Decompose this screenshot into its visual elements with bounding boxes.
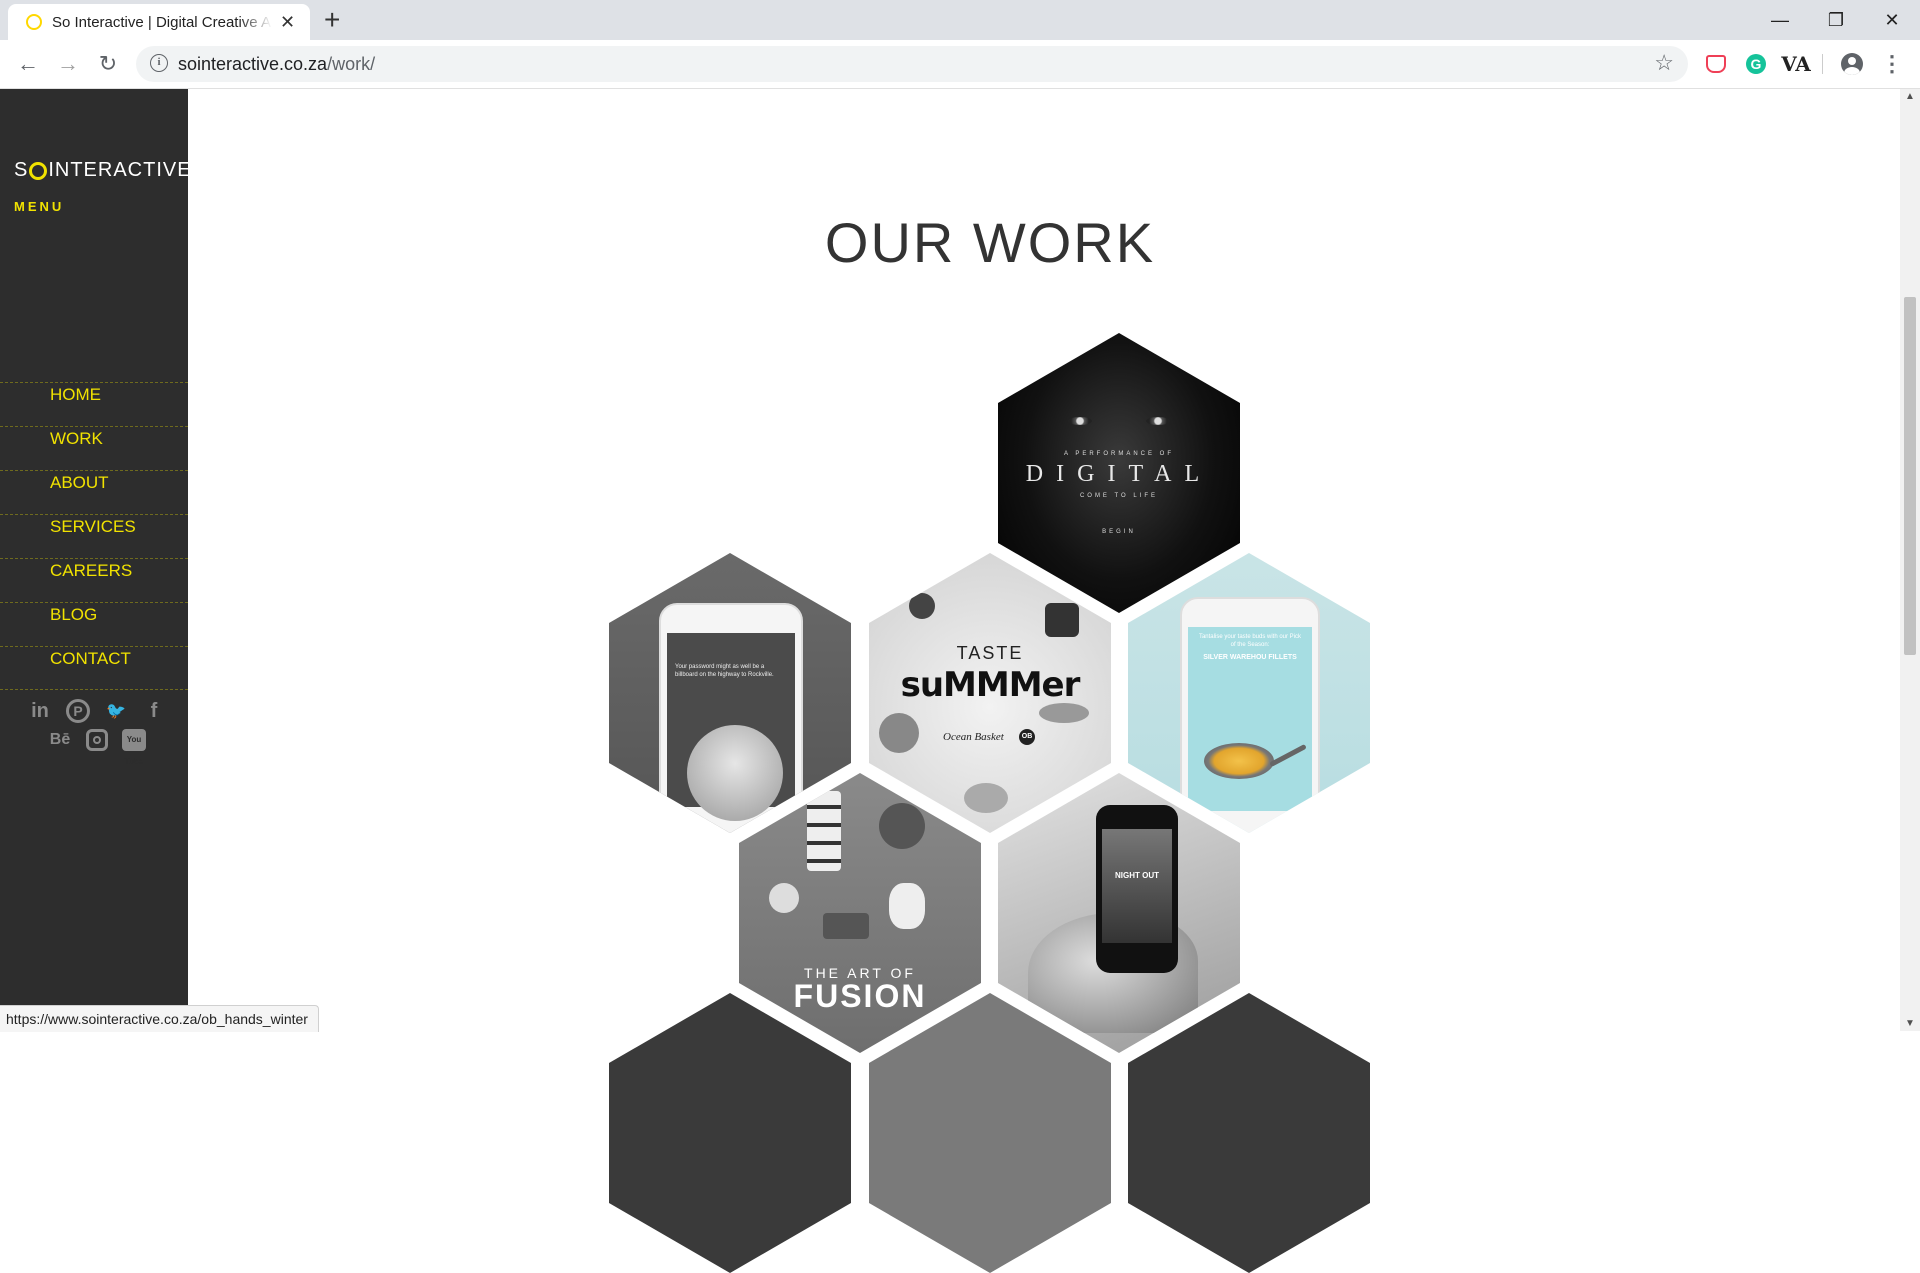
address-bar[interactable]: i sointeractive.co.za/work/ ☆: [136, 46, 1688, 82]
browser-tab[interactable]: So Interactive | Digital Creative A ✕: [8, 4, 310, 40]
minimize-icon[interactable]: —: [1752, 0, 1808, 40]
nav-item-services[interactable]: SERVICES: [0, 514, 188, 558]
project-tile-silver-warehou[interactable]: Tantalise your taste buds with our Pick …: [1128, 553, 1370, 833]
project-tile-summer[interactable]: TASTE suMMMer Ocean Basket OB: [869, 553, 1111, 833]
scroll-up-arrow-icon[interactable]: ▲: [1905, 91, 1915, 102]
night-out-label: NIGHT OUT: [1115, 871, 1159, 880]
new-tab-button[interactable]: +: [324, 5, 340, 35]
profile-avatar-icon[interactable]: [1840, 52, 1864, 76]
logo-wordmark: INTERACTIVE: [48, 159, 192, 181]
project-tile-fusion[interactable]: THE ART OF FUSION: [739, 773, 981, 1053]
page-scrollbar[interactable]: ▲ ▼: [1900, 89, 1920, 1031]
toolbar-divider: [1822, 54, 1823, 74]
link-status-bubble: https://www.sointeractive.co.za/ob_hands…: [0, 1005, 319, 1032]
nav-item-blog[interactable]: BLOG: [0, 602, 188, 646]
summer-taste: TASTE: [956, 643, 1024, 663]
project-tile-partial-right[interactable]: [1128, 993, 1370, 1273]
url-text[interactable]: sointeractive.co.za/work/: [178, 54, 375, 75]
back-arrow-icon[interactable]: ←: [12, 48, 44, 80]
menu-kebab-icon[interactable]: ⋮: [1880, 51, 1904, 76]
nav-item-home[interactable]: HOME: [0, 382, 188, 426]
digital-kicker: A PERFORMANCE OF: [1063, 451, 1174, 457]
logo-circle-icon: [29, 161, 48, 180]
site-favicon-icon: [26, 14, 42, 30]
phone-mockup: Tantalise your taste buds with our Pick …: [1180, 597, 1320, 833]
nav-item-about[interactable]: ABOUT: [0, 470, 188, 514]
project-tile-night-out[interactable]: NIGHT OUT: [998, 773, 1240, 1053]
page-title: OUR WORK: [824, 211, 1156, 274]
instagram-icon[interactable]: [86, 729, 108, 751]
restore-icon[interactable]: ❐: [1808, 0, 1864, 40]
behance-icon[interactable]: Bē: [48, 731, 72, 749]
linkedin-icon[interactable]: in: [28, 700, 52, 723]
font-extension-icon[interactable]: VA: [1781, 52, 1810, 76]
logo-letter: S: [14, 159, 29, 181]
nav-item-careers[interactable]: CAREERS: [0, 558, 188, 602]
frying-pan-image: [1204, 743, 1274, 779]
youtube-icon[interactable]: You Tube: [122, 729, 146, 766]
ocean-basket-logo: Ocean Basket: [943, 731, 1004, 743]
face-eyes: [1068, 417, 1170, 427]
summer-title: suMMMer: [900, 665, 1081, 705]
tab-title: So Interactive | Digital Creative A: [52, 13, 271, 31]
tennis-player-image: [687, 725, 783, 821]
nav-item-contact[interactable]: CONTACT: [0, 646, 188, 690]
project-tile-partial-left[interactable]: [609, 993, 851, 1273]
digital-subtitle: COME TO LIFE: [1079, 493, 1159, 499]
menu-toggle[interactable]: MENU: [14, 199, 64, 214]
password-copy: Your password might as well be a billboa…: [675, 664, 774, 678]
silver-title: SILVER WAREHOU FILLETS: [1203, 654, 1297, 661]
browser-toolbar: ← → ↻ i sointeractive.co.za/work/ ☆ G VA…: [0, 40, 1920, 89]
pocket-extension-icon[interactable]: [1704, 52, 1728, 76]
reload-icon[interactable]: ↻: [92, 48, 124, 80]
tab-strip: So Interactive | Digital Creative A ✕ + …: [0, 0, 1920, 40]
site-info-icon[interactable]: i: [150, 54, 168, 72]
digital-title: DIGITAL: [1025, 461, 1213, 487]
scroll-thumb[interactable]: [1904, 297, 1916, 655]
grammarly-extension-icon[interactable]: G: [1744, 52, 1768, 76]
phone-mockup: NIGHT OUT: [1096, 805, 1178, 973]
forward-arrow-icon[interactable]: →: [52, 48, 84, 80]
nav-item-work[interactable]: WORK: [0, 426, 188, 470]
main-nav: HOME WORK ABOUT SERVICES CAREERS BLOG CO…: [0, 382, 188, 690]
sushi-image: [807, 791, 841, 871]
close-tab-icon[interactable]: ✕: [280, 12, 295, 33]
twitter-icon[interactable]: 🐦: [104, 701, 128, 721]
ob-badge: OB: [1019, 729, 1035, 745]
project-tile-partial-center[interactable]: [869, 993, 1111, 1273]
site-sidebar: S INTERACTIVE MENU HOME WORK ABOUT SERVI…: [0, 89, 191, 1031]
fusion-title: FUSION: [793, 978, 927, 1014]
close-window-icon[interactable]: ✕: [1864, 0, 1920, 40]
digital-begin: BEGIN: [1102, 529, 1136, 535]
pan-handle: [1269, 743, 1307, 768]
social-links: in P 🐦 f Bē You Tube: [22, 699, 172, 766]
facebook-icon[interactable]: f: [142, 700, 166, 723]
pinterest-icon[interactable]: P: [66, 699, 90, 723]
phone-mockup: Your password might as well be a billboa…: [659, 603, 803, 833]
project-tile-digital[interactable]: A PERFORMANCE OF DIGITAL COME TO LIFE BE…: [998, 333, 1240, 613]
scroll-down-arrow-icon[interactable]: ▼: [1905, 1018, 1915, 1029]
silver-copy: Tantalise your taste buds with our Pick …: [1198, 634, 1302, 648]
project-tile-password[interactable]: Your password might as well be a billboa…: [609, 553, 851, 833]
site-logo[interactable]: S INTERACTIVE: [14, 159, 192, 182]
bookmark-star-icon[interactable]: ☆: [1654, 50, 1674, 76]
